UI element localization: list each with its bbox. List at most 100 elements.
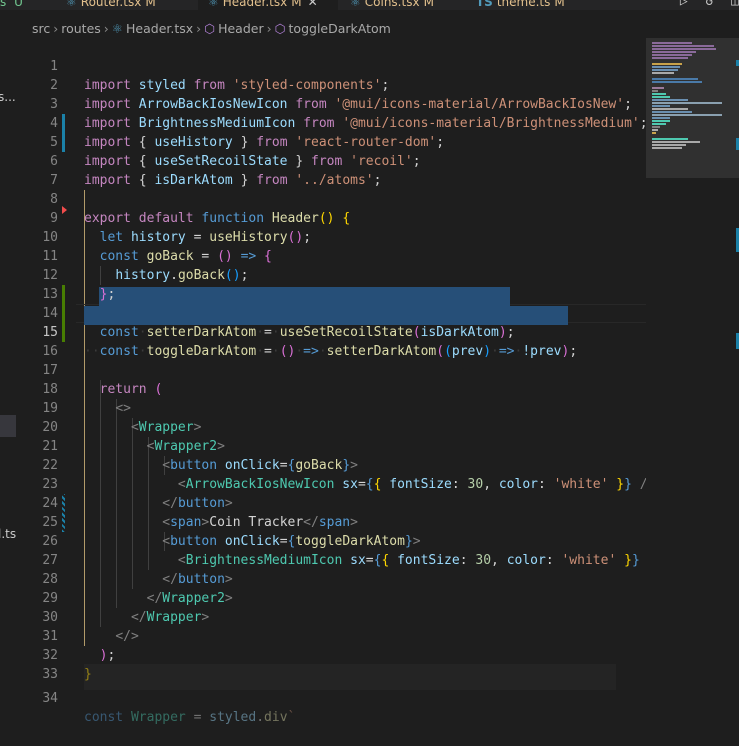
tab-label: Router.tsx [80,0,142,9]
explorer-fragment[interactable]: l.ts [0,527,16,541]
breadcrumb-item[interactable]: routes [61,18,101,40]
split-editor-icon[interactable]: ◫ [731,0,739,9]
minimap-line [652,99,688,101]
code-line[interactable]: 14 const·setterDarkAtom·=·useSetRecoilSt… [16,285,646,340]
code-line[interactable]: 17 return ( [16,342,646,397]
tab-modified-marker: M [554,0,565,9]
minimap-line [652,45,714,47]
minimap-line [652,120,670,122]
code-line[interactable]: 24 <span>Coin Tracker</span> [16,475,646,530]
code-line-current[interactable]: 15 ··const·toggleDarkAtom·=·()·=>·setter… [16,304,646,359]
code-line[interactable]: 31 ); [16,608,646,663]
minimap-line [652,96,670,98]
code-line[interactable]: 1 import styled from 'styled-components'… [16,38,646,93]
code-line[interactable]: 30 </> [16,589,646,644]
minimap-line [652,126,660,128]
code-line[interactable]: 32 } [16,627,646,682]
react-file-icon: ⚛ [208,0,219,9]
breadcrumb-item[interactable]: src [32,18,50,40]
breadcrumb-item[interactable]: Header.tsx [126,18,193,40]
chevron-right-icon: › [196,21,202,36]
symbol-method-icon: ⬡ [204,21,216,36]
tab-label: Header.tsx [222,0,288,9]
explorer-fragment[interactable]: s... [0,90,16,104]
minimap-line [652,117,670,119]
code-line[interactable]: 21 <button onClick={goBack}> [16,418,646,473]
editor-actions: ▷ ↺ ◫ [670,0,739,10]
token: const [84,710,124,725]
code-line[interactable]: 28 </Wrapper2> [16,551,646,606]
minimap-line [652,138,688,140]
code-line[interactable]: 19 <Wrapper> [16,380,646,435]
code-line[interactable]: 27 </button> [16,532,646,587]
breadcrumb-item[interactable]: Header [218,18,264,40]
code-editor[interactable]: 1 import styled from 'styled-components'… [16,38,655,725]
tab-partial[interactable]: s U [0,0,23,10]
token: Wrapper [130,710,186,725]
hover-widget [84,664,616,690]
code-line[interactable]: 26 <BrightnessMediumIcon sx={{ fontSize:… [16,513,655,568]
code-line[interactable]: 18 <> [16,361,646,416]
run-icon[interactable]: ▷ [680,0,688,9]
code-line[interactable]: 7 [16,152,646,188]
minimap-line [652,93,666,95]
tab-router[interactable]: ⚛ Router.tsx M [66,0,156,10]
code-line[interactable]: 23 </button> [16,456,646,511]
minimap-line [652,69,678,71]
editor-tab-bar: s U ⚛ Router.tsx M ⚛ Header.tsx M ✕ ⚛ Coins.ts… [0,0,739,10]
minimap[interactable] [646,38,739,690]
code-line[interactable]: 10 const goBack = () => { [16,209,646,264]
minimap-line [652,129,658,131]
minimap-line [652,108,688,110]
breadcrumb: src › routes › ⚛ Header.tsx › ⬡ Header › ⬡ toggleDa… [32,18,391,40]
vertical-scrollbar[interactable] [728,38,739,690]
tab-label: s [0,0,7,9]
line-number: 34 [42,691,58,706]
explorer-edge: s... l.ts [0,40,16,690]
code-line[interactable]: 12 }; [16,247,646,302]
minimap-line [652,66,680,68]
code-line[interactable]: 16 [16,323,646,359]
tab-modified-marker: U [14,0,23,9]
react-file-icon: ⚛ [111,21,124,36]
code-line[interactable]: 9 let history = useHistory(); [16,190,646,245]
code-line[interactable]: 4 import { useHistory } from 'react-rout… [16,95,646,150]
code-line[interactable]: 29 </Wrapper> [16,570,646,625]
code-line[interactable]: 2 import ArrowBackIosNewIcon from '@mui/… [16,57,646,112]
history-icon[interactable]: ↺ [706,0,714,9]
code-line[interactable]: 5 import { useSetRecoilState } from 'rec… [16,114,646,169]
token: ` [287,710,296,725]
tab-theme[interactable]: TS theme.ts M [476,0,565,10]
minimap-line [652,63,682,65]
minimap-line [652,102,722,104]
close-icon[interactable]: ✕ [308,0,318,9]
code-line[interactable]: 20 <Wrapper2> [16,399,646,454]
token: div [264,710,288,725]
code-line[interactable]: 22 <ArrowBackIosNewIcon sx={{ fontSize: … [16,437,655,492]
token: styled [209,710,257,725]
minimap-line [652,105,670,107]
minimap-line [652,72,674,74]
react-file-icon: ⚛ [66,0,77,9]
explorer-selected-row[interactable] [0,415,16,437]
tab-coins[interactable]: ⚛ Coins.tsx M [350,0,434,10]
minimap-line [652,78,698,80]
code-line[interactable]: 6 import { isDarkAtom } from '../atoms'; [16,133,646,188]
chevron-right-icon: › [266,21,272,36]
code-line[interactable]: 33 [16,646,646,682]
tab-modified-marker: M [291,0,302,9]
tab-modified-marker: M [423,0,434,9]
token: = [193,710,202,725]
react-file-icon: ⚛ [350,0,361,9]
chevron-right-icon: › [103,21,109,36]
code-line[interactable]: 25 <button onClick={toggleDarkAtom}> [16,494,646,549]
breadcrumb-item[interactable]: toggleDarkAtom [289,18,391,40]
code-line[interactable]: 11 history.goBack(); [16,228,646,283]
code-line[interactable]: 13 [16,266,646,302]
ts-file-icon: TS [476,0,493,9]
code-line[interactable]: 3 import BrightnessMediumIcon from '@mui… [16,76,647,131]
tab-header[interactable]: ⚛ Header.tsx M ✕ [198,0,338,10]
minimap-line [652,111,692,113]
code-line[interactable]: 8 export default function Header() { [16,171,646,226]
minimap-line [652,87,664,89]
